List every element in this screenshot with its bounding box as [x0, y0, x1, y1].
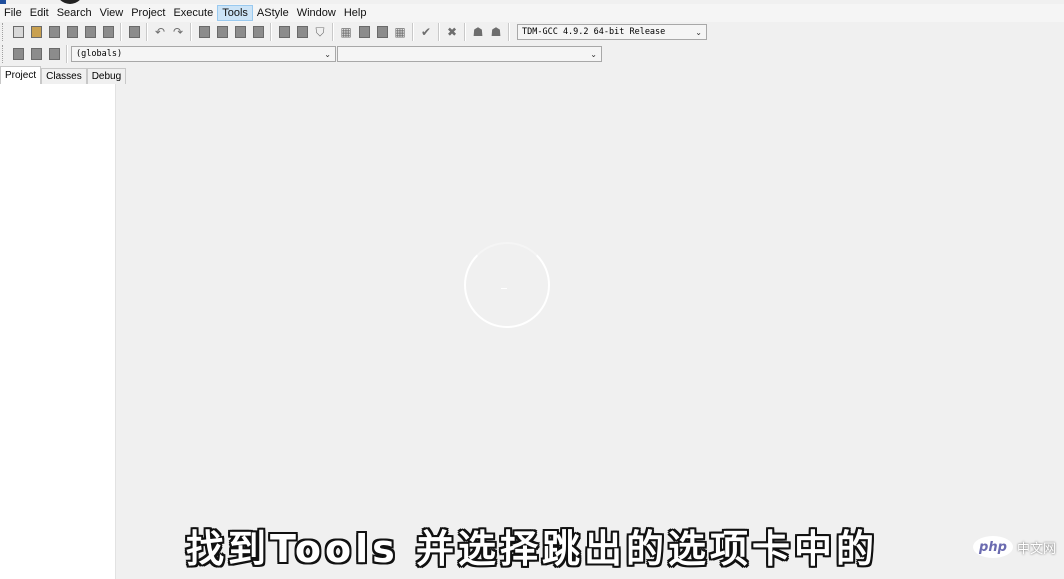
watermark: php 中文网	[972, 536, 1056, 558]
globals-select-value: (globals)	[76, 49, 123, 59]
indent-icon[interactable]	[276, 24, 292, 40]
compiler-select-value: TDM-GCC 4.9.2 64-bit Release	[522, 27, 666, 37]
menu-execute[interactable]: Execute	[169, 5, 217, 21]
find-icon[interactable]	[196, 24, 212, 40]
compile-icon[interactable]: ▦	[338, 24, 354, 40]
new-file-icon[interactable]	[10, 24, 26, 40]
chevron-down-icon: ⌄	[590, 49, 597, 59]
save-icon[interactable]	[46, 24, 62, 40]
close-icon[interactable]	[82, 24, 98, 40]
goto-declaration-icon[interactable]	[28, 46, 44, 62]
unindent-icon[interactable]	[294, 24, 310, 40]
close-all-icon[interactable]	[100, 24, 116, 40]
toolbar-grip[interactable]	[2, 45, 6, 63]
toolbar-separator	[464, 23, 466, 41]
toolbar-separator	[146, 23, 148, 41]
chevron-down-icon: ⌄	[324, 49, 331, 59]
toolbar-separator	[508, 23, 510, 41]
tab-debug[interactable]: Debug	[86, 68, 127, 84]
undo-icon[interactable]: ↶	[152, 24, 168, 40]
toolbar-separator	[332, 23, 334, 41]
toggle-comment-icon[interactable]: ⛉	[312, 24, 328, 40]
goto-definition-icon[interactable]	[46, 46, 62, 62]
menu-help[interactable]: Help	[340, 5, 371, 21]
save-all-icon[interactable]	[64, 24, 80, 40]
menubar: File Edit Search View Project Execute To…	[0, 4, 1064, 22]
globals-select[interactable]: (globals) ⌄	[71, 46, 336, 62]
replace-icon[interactable]	[214, 24, 230, 40]
project-panel[interactable]	[0, 84, 116, 579]
rebuild-icon[interactable]: ▦	[392, 24, 408, 40]
class-toolbar: (globals) ⌄ ⌄	[0, 43, 602, 65]
left-panel-tabs: Project Classes Debug	[0, 66, 127, 84]
menu-edit[interactable]: Edit	[26, 5, 53, 21]
toolbar-separator	[270, 23, 272, 41]
redo-icon[interactable]: ↷	[170, 24, 186, 40]
toolbar-grip[interactable]	[2, 23, 6, 41]
menu-file[interactable]: File	[0, 5, 26, 21]
watermark-logo: php	[972, 536, 1013, 558]
profile-icon[interactable]: ☗	[488, 24, 504, 40]
watermark-text: 中文网	[1016, 541, 1056, 557]
video-subtitle: 找到Tools 并选择跳出的选项卡中的	[186, 527, 878, 571]
main-toolbar: ↶ ↷ ⛉ ▦ ▦ ✔ ✖ ☗ ☗ TDM-GCC 4.9.2 64-bit R…	[0, 21, 707, 43]
debug-icon[interactable]: ☗	[470, 24, 486, 40]
menu-tools[interactable]: Tools	[217, 5, 253, 21]
menu-window[interactable]: Window	[293, 5, 340, 21]
chevron-down-icon: ⌄	[695, 27, 702, 37]
loading-spinner-icon	[464, 242, 550, 328]
check-icon[interactable]: ✔	[418, 24, 434, 40]
loading-spinner-dot	[501, 288, 507, 289]
new-class-icon[interactable]	[10, 46, 26, 62]
menu-astyle[interactable]: AStyle	[253, 5, 293, 21]
run-icon[interactable]	[356, 24, 372, 40]
toolbar-separator	[438, 23, 440, 41]
stop-icon[interactable]: ✖	[444, 24, 460, 40]
open-project-icon[interactable]	[28, 24, 44, 40]
menu-project[interactable]: Project	[127, 5, 169, 21]
find-next-icon[interactable]	[232, 24, 248, 40]
toolbar-separator	[412, 23, 414, 41]
toolbar-separator	[190, 23, 192, 41]
menu-search[interactable]: Search	[53, 5, 96, 21]
compile-run-icon[interactable]	[374, 24, 390, 40]
toolbar-separator	[66, 45, 68, 63]
members-select[interactable]: ⌄	[337, 46, 602, 62]
menu-view[interactable]: View	[96, 5, 128, 21]
tab-classes[interactable]: Classes	[41, 68, 87, 84]
print-icon[interactable]	[126, 24, 142, 40]
goto-line-icon[interactable]	[250, 24, 266, 40]
toolbar-separator	[120, 23, 122, 41]
compiler-select[interactable]: TDM-GCC 4.9.2 64-bit Release ⌄	[517, 24, 707, 40]
tab-project[interactable]: Project	[0, 66, 42, 84]
